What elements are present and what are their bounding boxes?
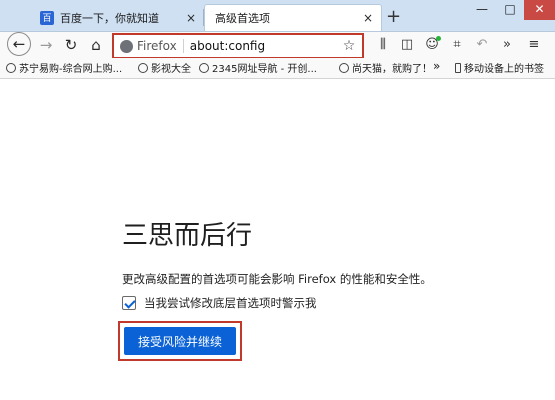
bookmark-star-icon[interactable]: ☆ (340, 38, 358, 54)
navigation-toolbar: ← → ↻ ⌂ Firefox about:config ☆ ⫼ ◫ ☺ ⌗ ↶… (0, 32, 555, 59)
globe-icon (339, 62, 349, 73)
tab-title: 高级首选项 (215, 12, 270, 25)
globe-icon (199, 62, 209, 73)
forward-button[interactable]: → (35, 34, 57, 56)
bookmark-item[interactable]: 尚天猫，就购了！ (339, 60, 432, 75)
url-input[interactable]: about:config (184, 39, 340, 53)
sidebar-icon[interactable]: ◫ (396, 34, 418, 56)
tab-strip: 百 百度一下，你就知道 × 高级首选项 × + — □ ✕ (0, 0, 555, 32)
globe-icon (6, 62, 16, 73)
back-button[interactable]: ← (7, 32, 31, 56)
close-tab-icon[interactable]: × (359, 11, 377, 25)
bookmark-item[interactable]: 2345网址导航 - 开创... (199, 60, 317, 75)
accept-risk-button[interactable]: 接受风险并继续 (124, 327, 236, 355)
mobile-bookmarks[interactable]: 移动设备上的书签 (455, 60, 544, 75)
bookmark-label: 苏宁易购-综合网上购... (19, 64, 123, 75)
bookmark-label: 2345网址导航 - 开创... (212, 64, 317, 75)
close-tab-icon[interactable]: × (182, 11, 200, 25)
home-button[interactable]: ⌂ (85, 34, 107, 56)
maximize-button[interactable]: □ (496, 0, 524, 20)
warning-checkbox[interactable] (122, 296, 136, 310)
bookmarks-toolbar: 苏宁易购-综合网上购... 影视大全 2345网址导航 - 开创... 尚天猫，… (0, 58, 555, 79)
screenshot-icon[interactable]: ⌗ (446, 34, 468, 56)
minimize-button[interactable]: — (468, 0, 496, 20)
warning-text: 更改高级配置的首选项可能会影响 Firefox 的性能和安全性。 (122, 272, 432, 286)
bookmark-label: 影视大全 (151, 64, 191, 75)
sync-status-dot (436, 36, 441, 41)
bookmarks-overflow-icon[interactable]: » (433, 59, 440, 73)
undo-icon[interactable]: ↶ (471, 34, 493, 56)
globe-icon (138, 62, 148, 73)
new-tab-button[interactable]: + (386, 6, 401, 27)
mobile-bookmarks-label: 移动设备上的书签 (464, 64, 544, 75)
baidu-paw-icon: 百 (40, 10, 54, 25)
tab-baidu[interactable]: 百 百度一下，你就知道 × (32, 4, 204, 31)
hamburger-menu-icon[interactable]: ≡ (523, 34, 545, 56)
library-icon[interactable]: ⫼ (372, 34, 394, 56)
warning-checkbox-row[interactable]: 当我尝试修改底层首选项时警示我 (122, 295, 317, 311)
tab-advanced-preferences[interactable]: 高级首选项 × (204, 4, 382, 31)
close-window-button[interactable]: ✕ (524, 0, 555, 20)
phone-icon (455, 62, 461, 73)
identity-label[interactable]: Firefox (137, 39, 184, 53)
overflow-menu-icon[interactable]: » (496, 34, 518, 56)
tab-title: 百度一下，你就知道 (60, 11, 159, 25)
url-bar[interactable]: Firefox about:config ☆ (112, 33, 364, 59)
firefox-icon (120, 39, 133, 53)
reload-button[interactable]: ↻ (60, 34, 82, 56)
page-title: 三思而后行 (122, 221, 253, 251)
bookmark-label: 尚天猫，就购了！ (352, 64, 432, 75)
bookmark-item[interactable]: 影视大全 (138, 60, 191, 75)
checkbox-label: 当我尝试修改底层首选项时警示我 (144, 296, 317, 310)
accept-button-highlight: 接受风险并继续 (118, 321, 242, 361)
account-icon[interactable]: ☺ (421, 34, 443, 56)
bookmark-item[interactable]: 苏宁易购-综合网上购... (6, 60, 122, 75)
page-content: 三思而后行 更改高级配置的首选项可能会影响 Firefox 的性能和安全性。 当… (0, 79, 555, 400)
